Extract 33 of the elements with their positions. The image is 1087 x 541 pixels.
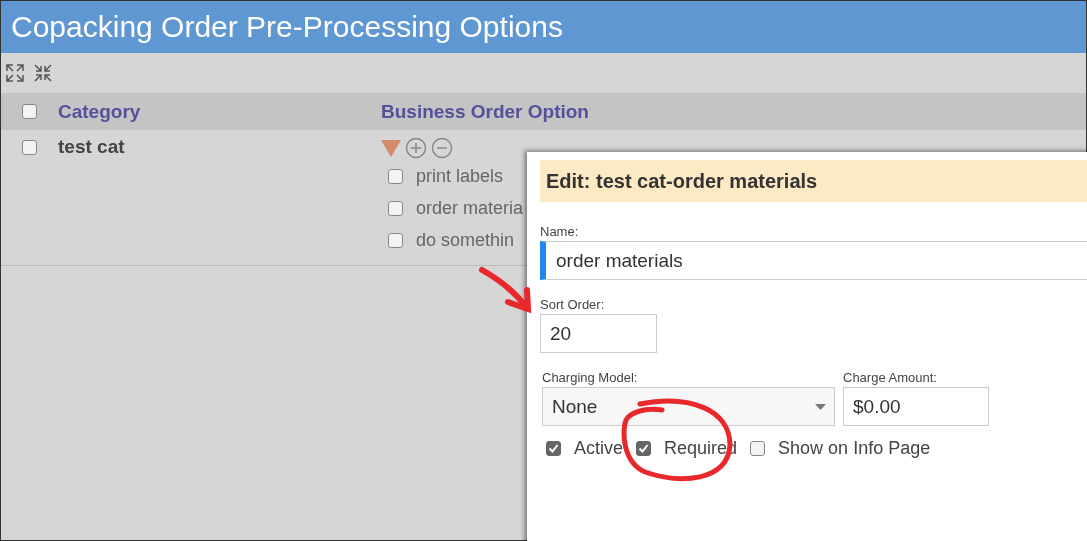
- option-label: order materia: [416, 197, 524, 219]
- window-title: Copacking Order Pre-Processing Options: [11, 10, 563, 44]
- name-field[interactable]: order materials: [540, 241, 1087, 280]
- charge-amount-field[interactable]: $0.00: [843, 387, 989, 426]
- option-label: print labels: [416, 165, 504, 187]
- column-header: Category: [58, 100, 141, 123]
- field-label: Name:: [540, 224, 580, 239]
- charging-model-dropdown[interactable]: None: [542, 387, 835, 426]
- row-checkbox[interactable]: [22, 140, 37, 155]
- field-label: Charge Amount:: [843, 370, 938, 385]
- checkbox[interactable]: [636, 441, 652, 456]
- option-label: do somethin: [416, 229, 515, 251]
- expand-icon[interactable]: [5, 63, 25, 83]
- category-name: test cat: [58, 136, 125, 158]
- add-icon[interactable]: [405, 137, 427, 159]
- collapse-icon[interactable]: [33, 63, 53, 83]
- option-checkbox[interactable]: [388, 200, 403, 216]
- checkbox[interactable]: [750, 441, 766, 456]
- dropdown-caret-icon: [815, 403, 826, 410]
- expanded-triangle-icon[interactable]: [381, 139, 401, 157]
- checkbox[interactable]: [546, 441, 561, 456]
- sort-order-field[interactable]: 20: [540, 314, 657, 353]
- select-all-checkbox[interactable]: [22, 104, 37, 119]
- annotation-arrow: [479, 267, 532, 314]
- checkbox-label: Show on Info Page: [778, 438, 931, 459]
- field-label: Charging Model:: [542, 370, 639, 385]
- option-checkbox[interactable]: [388, 232, 403, 248]
- field-label: Sort Order:: [540, 297, 606, 312]
- dialog-title: Edit: test cat-order materials: [540, 160, 1087, 202]
- option-checkbox[interactable]: [388, 168, 403, 184]
- remove-icon[interactable]: [431, 137, 453, 159]
- column-header: Business Order Option: [381, 100, 589, 123]
- checkbox-label: Active: [574, 438, 624, 459]
